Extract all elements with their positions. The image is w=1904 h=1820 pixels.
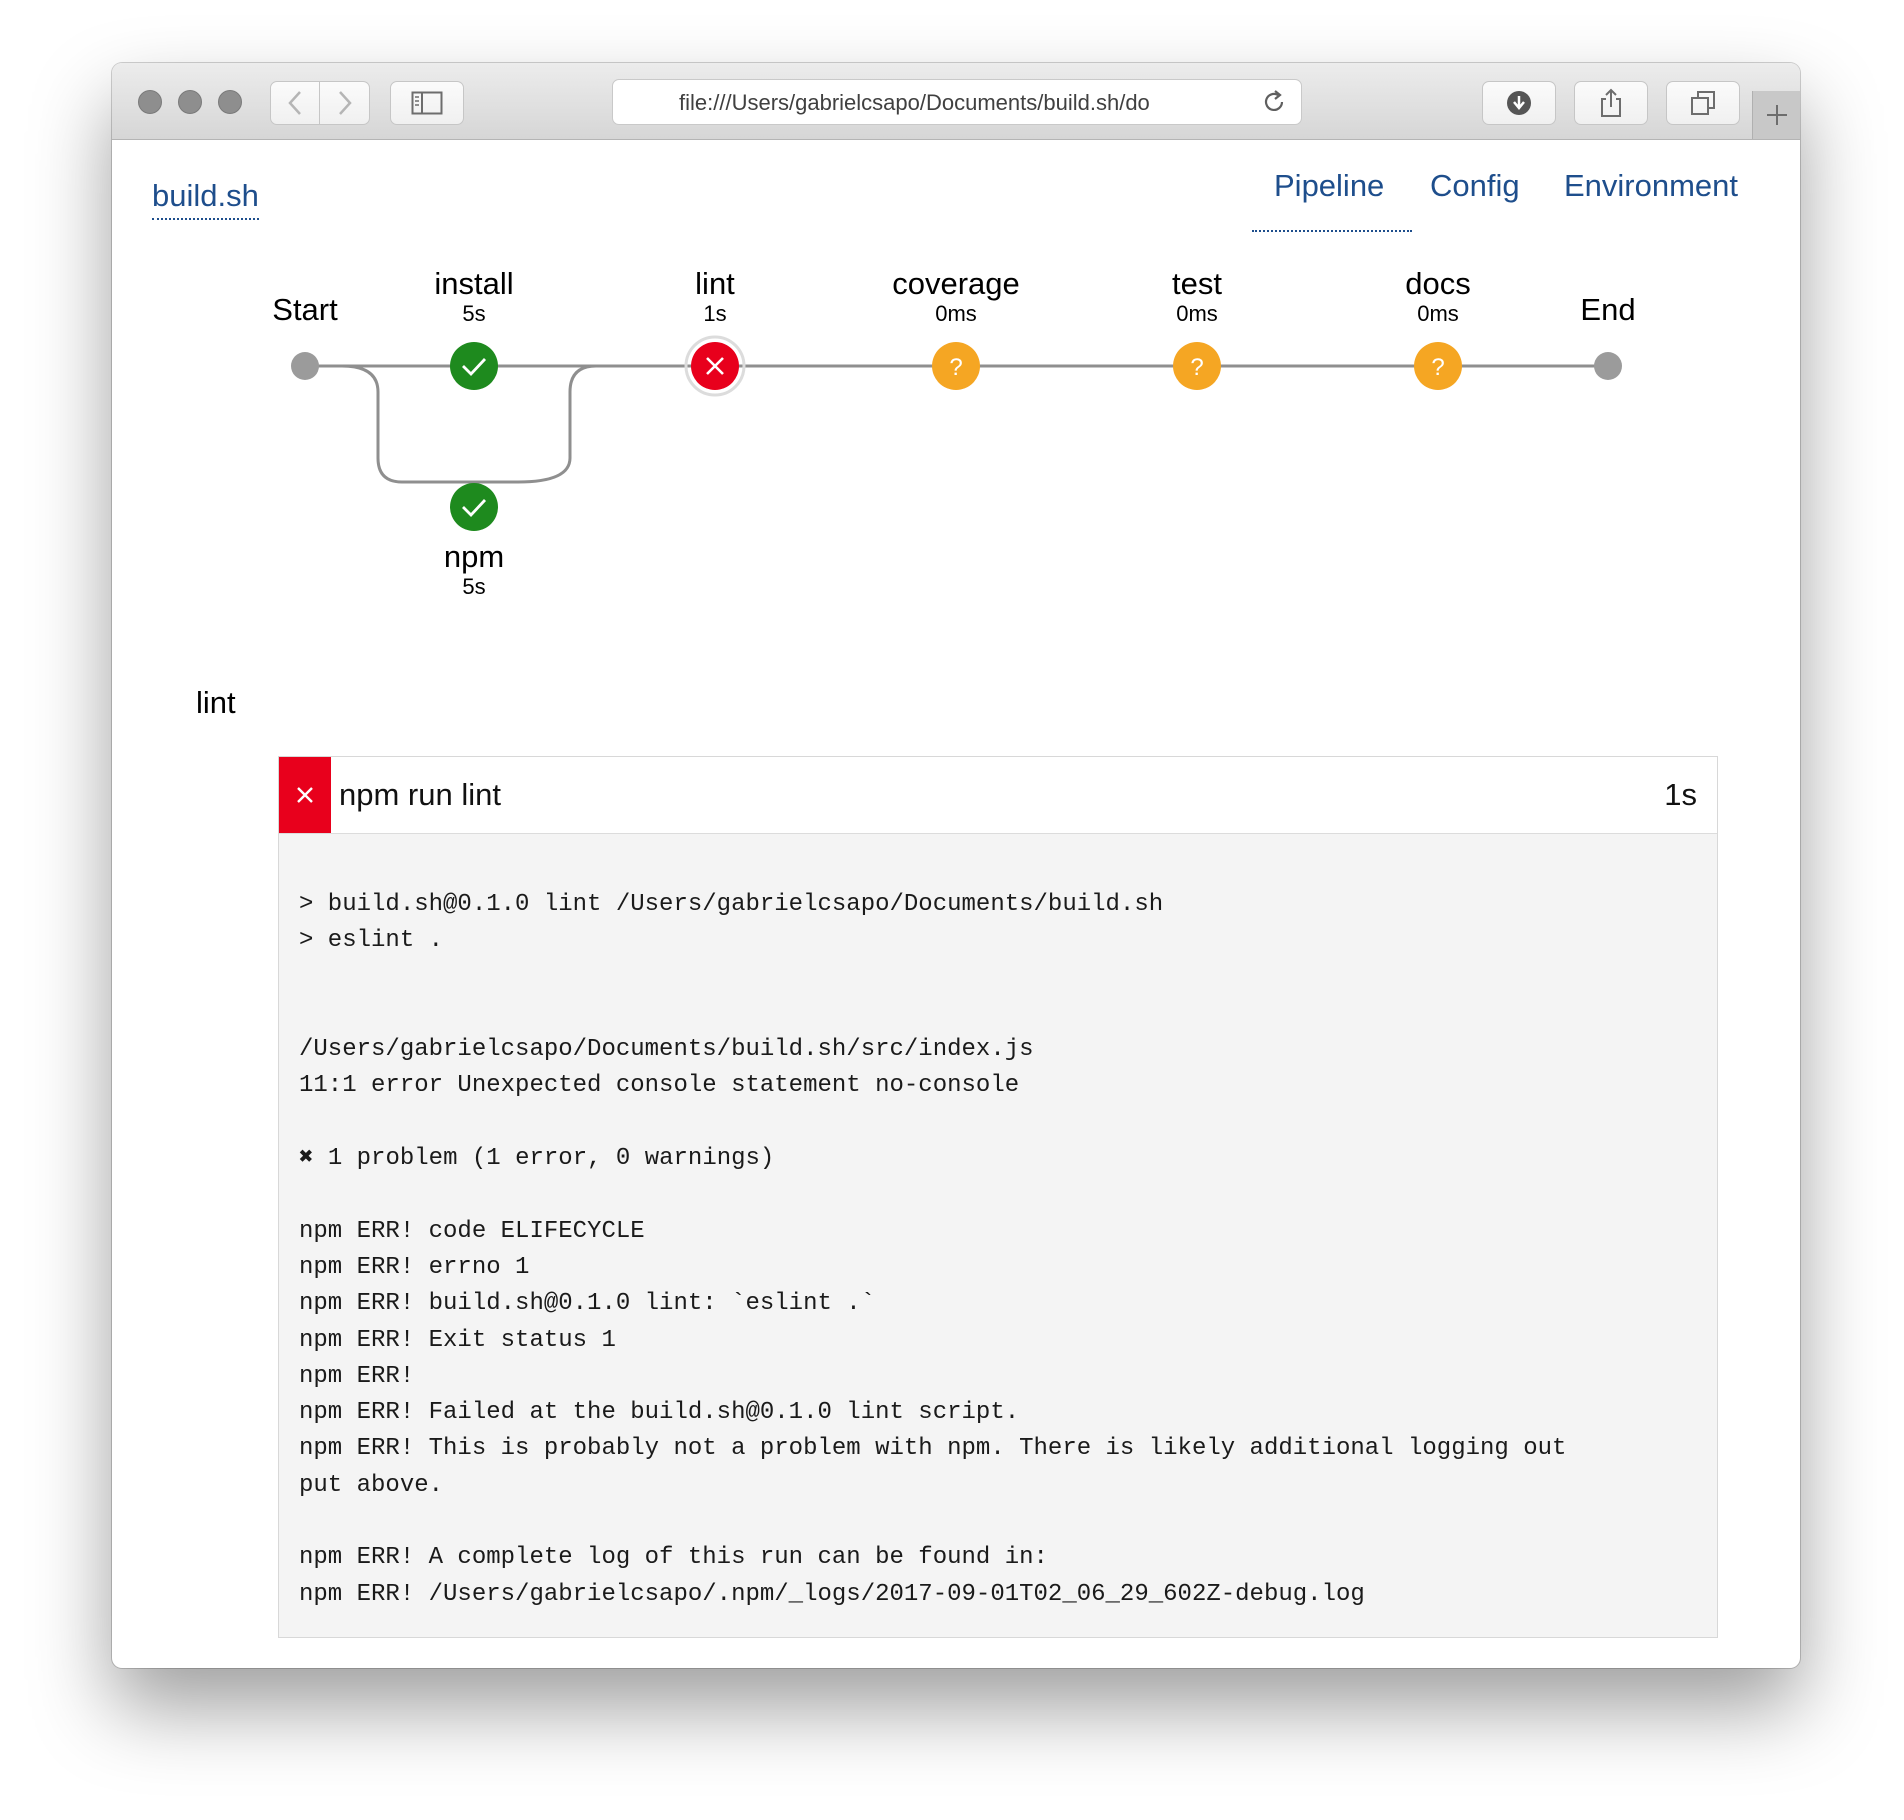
address-bar-url[interactable]: file:///Users/gabrielcsapo/Documents/bui…	[679, 90, 1239, 116]
step-command: npm run lint	[339, 777, 501, 812]
step-duration: 1s	[1664, 777, 1697, 812]
stage-time: 5s	[462, 574, 486, 599]
stage-label-docs[interactable]: docs 0ms	[1338, 267, 1538, 327]
stage-label-lint[interactable]: lint 1s	[615, 267, 815, 327]
stage-node-coverage[interactable]: ?	[932, 342, 980, 390]
stage-name: install	[434, 266, 514, 301]
browser-toolbar: file:///Users/gabrielcsapo/Documents/bui…	[112, 63, 1800, 140]
sidebar-icon	[411, 91, 443, 115]
start-node[interactable]	[291, 352, 319, 380]
forward-button[interactable]	[320, 81, 370, 125]
back-button[interactable]	[270, 81, 320, 125]
stage-time: 0ms	[935, 301, 977, 326]
tabs-icon	[1691, 91, 1715, 115]
sidebar-button[interactable]	[390, 81, 464, 125]
stage-label-test[interactable]: test 0ms	[1097, 267, 1297, 327]
svg-text:?: ?	[949, 354, 962, 381]
stage-time: 0ms	[1176, 301, 1218, 326]
browser-window: file:///Users/gabrielcsapo/Documents/bui…	[112, 63, 1800, 1668]
stage-time: 1s	[703, 301, 727, 326]
stage-node-docs[interactable]: ?	[1414, 342, 1462, 390]
end-node[interactable]	[1594, 352, 1622, 380]
address-bar[interactable]: file:///Users/gabrielcsapo/Documents/bui…	[612, 79, 1302, 125]
step-header[interactable]: npm run lint 1s	[279, 757, 1717, 834]
start-label: Start	[272, 292, 338, 327]
download-button[interactable]	[1482, 81, 1556, 125]
new-tab-button[interactable]	[1752, 91, 1800, 139]
stage-label-npm[interactable]: npm 5s	[374, 540, 574, 600]
end-label: End	[1580, 292, 1636, 327]
parallel-connector	[305, 364, 597, 484]
share-icon	[1601, 88, 1621, 117]
plus-icon	[1766, 105, 1787, 125]
url-fade	[1181, 84, 1241, 120]
close-icon	[297, 787, 313, 803]
stage-name: test	[1172, 266, 1222, 301]
step-log-output: > build.sh@0.1.0 lint /Users/gabrielcsap…	[299, 891, 1567, 1608]
page-content: build.sh Pipeline Config Environment ? ?…	[112, 140, 1800, 1668]
download-icon	[1507, 91, 1531, 115]
reload-icon[interactable]	[1261, 89, 1287, 115]
chevron-right-icon	[338, 91, 352, 115]
step-status-failed	[279, 757, 331, 833]
close-window-button[interactable]	[138, 90, 162, 114]
stage-name: coverage	[892, 266, 1020, 301]
pipeline-graph: ? ? ?	[291, 335, 1622, 531]
svg-text:?: ?	[1431, 354, 1444, 381]
stage-label-coverage[interactable]: coverage 0ms	[856, 267, 1056, 327]
tabs-overview-button[interactable]	[1666, 81, 1740, 125]
stage-detail-title: lint	[196, 685, 236, 720]
svg-text:?: ?	[1190, 354, 1203, 381]
stage-time: 5s	[462, 301, 486, 326]
stage-label-install[interactable]: install 5s	[374, 267, 574, 327]
share-button[interactable]	[1574, 81, 1648, 125]
stage-name: docs	[1405, 266, 1471, 301]
stage-node-install[interactable]	[450, 342, 498, 390]
step-panel: npm run lint 1s > build.sh@0.1.0 lint /U…	[278, 756, 1718, 1638]
stage-node-test[interactable]: ?	[1173, 342, 1221, 390]
stage-time: 0ms	[1417, 301, 1459, 326]
success-icon	[450, 342, 498, 390]
chevron-left-icon	[288, 91, 301, 115]
zoom-window-button[interactable]	[218, 90, 242, 114]
minimize-window-button[interactable]	[178, 90, 202, 114]
stage-node-npm[interactable]	[450, 483, 498, 531]
stage-name: lint	[695, 266, 735, 301]
success-icon	[450, 483, 498, 531]
stage-name: npm	[443, 539, 505, 574]
stage-node-lint[interactable]	[684, 335, 746, 397]
